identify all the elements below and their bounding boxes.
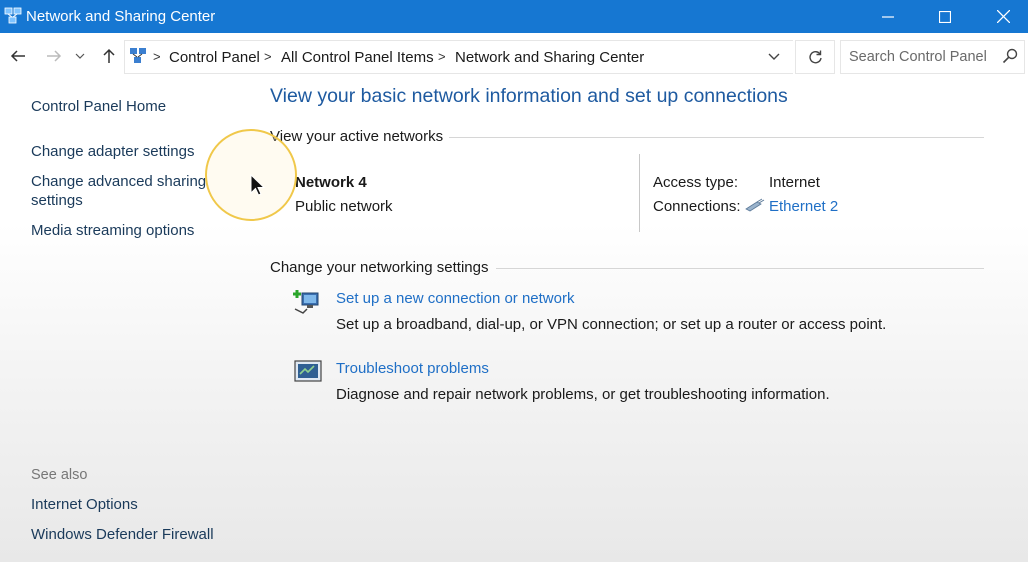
address-bar[interactable]: > Control Panel > All Control Panel Item… <box>124 40 793 74</box>
sidebar-change-adapter-settings[interactable]: Change adapter settings <box>31 142 194 162</box>
sidebar-media-streaming-options[interactable]: Media streaming options <box>31 221 194 241</box>
troubleshoot-description: Diagnose and repair network problems, or… <box>336 386 830 403</box>
troubleshoot-icon <box>294 360 322 382</box>
navigation-bar: > Control Panel > All Control Panel Item… <box>0 33 1028 79</box>
back-button[interactable] <box>6 43 30 69</box>
up-button[interactable] <box>97 43 121 69</box>
network-name: Network 4 <box>295 174 367 191</box>
breadcrumb-separator[interactable]: > <box>264 49 272 64</box>
see-also-label: See also <box>31 467 88 483</box>
sidebar-change-advanced-sharing[interactable]: Change advanced sharing <box>31 172 206 192</box>
window-title: Network and Sharing Center <box>26 8 216 25</box>
close-icon <box>996 10 1010 23</box>
breadcrumb-network-center[interactable]: Network and Sharing Center <box>455 49 644 66</box>
address-dropdown-icon[interactable] <box>768 53 780 61</box>
refresh-button[interactable] <box>795 40 835 74</box>
sidebar-change-advanced-sharing-cont[interactable]: settings <box>31 191 83 211</box>
refresh-icon <box>808 50 822 63</box>
divider <box>496 268 984 269</box>
breadcrumb-all-items[interactable]: All Control Panel Items <box>281 49 434 66</box>
search-input[interactable]: Search Control Panel <box>849 49 987 65</box>
vertical-divider <box>639 154 640 232</box>
mouse-pointer-icon <box>250 174 266 196</box>
content-area: Control Panel Home Change adapter settin… <box>0 79 1028 562</box>
chevron-down-icon <box>75 53 85 59</box>
breadcrumb-control-panel[interactable]: Control Panel <box>169 49 260 66</box>
search-icon[interactable] <box>1002 48 1018 64</box>
ethernet-connection-link[interactable]: Ethernet 2 <box>769 198 838 215</box>
control-panel-icon <box>130 48 146 63</box>
setup-connection-link[interactable]: Set up a new connection or network <box>336 290 574 307</box>
forward-arrow-icon <box>47 50 62 62</box>
breadcrumb-separator[interactable]: > <box>438 49 446 64</box>
access-type-value: Internet <box>769 174 820 191</box>
new-connection-icon <box>293 290 319 314</box>
divider <box>449 137 984 138</box>
close-button[interactable] <box>980 0 1026 33</box>
minimize-button[interactable] <box>865 0 911 33</box>
sidebar-control-panel-home[interactable]: Control Panel Home <box>31 97 166 117</box>
change-settings-heading: Change your networking settings <box>270 259 489 276</box>
up-arrow-icon <box>103 48 115 63</box>
recent-locations-button[interactable] <box>72 43 88 69</box>
breadcrumb-separator[interactable]: > <box>153 49 161 64</box>
forward-button[interactable] <box>42 43 66 69</box>
see-also-internet-options[interactable]: Internet Options <box>31 495 138 515</box>
access-type-label: Access type: <box>653 174 739 191</box>
troubleshoot-problems-link[interactable]: Troubleshoot problems <box>336 360 489 377</box>
setup-connection-description: Set up a broadband, dial-up, or VPN conn… <box>336 316 887 333</box>
minimize-icon <box>882 15 894 18</box>
maximize-button[interactable] <box>922 0 968 33</box>
active-networks-heading: View your active networks <box>270 128 444 145</box>
title-bar: Network and Sharing Center <box>0 0 1028 33</box>
back-arrow-icon <box>10 50 25 62</box>
network-category-link[interactable]: Public network <box>295 198 393 215</box>
maximize-icon <box>939 10 951 23</box>
network-center-icon <box>4 7 22 24</box>
page-title: View your basic network information and … <box>270 85 788 107</box>
connections-label: Connections: <box>653 198 741 215</box>
search-box[interactable]: Search Control Panel <box>840 40 1025 74</box>
see-also-windows-defender-firewall[interactable]: Windows Defender Firewall <box>31 525 214 545</box>
ethernet-icon <box>745 198 765 212</box>
